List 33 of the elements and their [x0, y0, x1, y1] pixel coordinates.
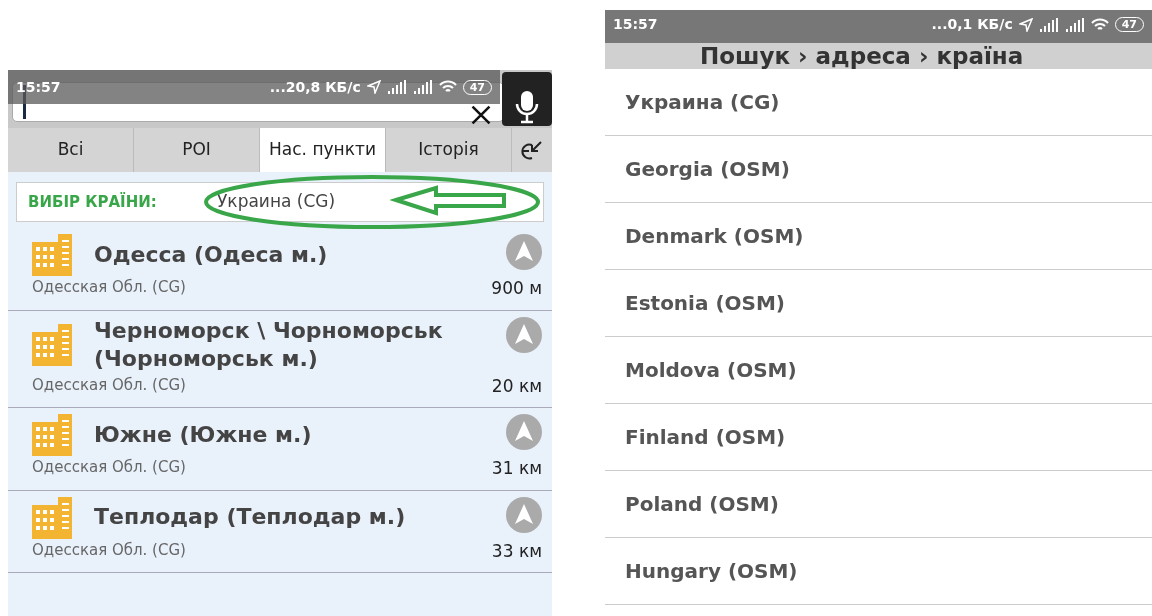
country-item[interactable]: Finland (OSM) [605, 404, 1152, 471]
place-name: Теплодар (Теплодар м.) [94, 503, 407, 532]
network-speed: ...20,8 КБ/с [269, 77, 361, 97]
country-item[interactable]: Moldova (OSM) [605, 337, 1152, 404]
page-title: Пошук › адреса › країна [700, 43, 1024, 69]
distance: 31 км [491, 457, 542, 481]
country-item[interactable]: Estonia (OSM) [605, 270, 1152, 337]
distance: 33 км [491, 539, 542, 563]
status-time: 15:57 [16, 77, 61, 97]
region-name: Одесская Обл. (CG) [32, 277, 186, 298]
region-name: Одесская Обл. (CG) [32, 539, 186, 561]
tab[interactable]: Нас. пункти [260, 128, 386, 172]
place-name: Черноморск \ Чорноморськ (Чорноморськ м.) [94, 316, 444, 374]
status-time: 15:57 [613, 15, 658, 34]
country-item[interactable]: Poland (OSM) [605, 471, 1152, 538]
place-name: Одесса (Одеса м.) [94, 240, 329, 269]
result-row[interactable]: Одесса (Одеса м.) Одесская Обл. (CG) 900 м [8, 228, 552, 311]
country-selector[interactable]: ВИБІР КРАЇНИ: Украина (CG) [16, 182, 544, 222]
country-item[interactable]: Украина (CG) [605, 69, 1152, 136]
country-item[interactable]: Hungary (OSM) [605, 538, 1152, 605]
region-name: Одесская Обл. (CG) [32, 374, 186, 396]
selected-country: Украина (CG) [217, 190, 336, 214]
place-name: Южне (Южне м.) [94, 420, 313, 449]
distance: 20 км [491, 374, 542, 398]
distance: 900 м [491, 277, 542, 300]
result-row[interactable]: Южне (Южне м.) Одесская Обл. (CG) 31 км [8, 408, 552, 491]
result-row[interactable]: Теплодар (Теплодар м.) Одесская Обл. (CG) 33 км [8, 490, 552, 574]
selector-label: ВИБІР КРАЇНИ: [27, 191, 158, 213]
network-speed: ...0,1 КБ/с [931, 15, 1013, 34]
region-name: Одесская Обл. (CG) [32, 457, 186, 479]
country-item[interactable]: Denmark (OSM) [605, 203, 1152, 270]
result-row[interactable]: Черноморск \ Чорноморськ (Чорноморськ м.) Одесская Обл. (CG) 20 км [8, 310, 552, 409]
country-item[interactable]: Georgia (OSM) [605, 136, 1152, 203]
